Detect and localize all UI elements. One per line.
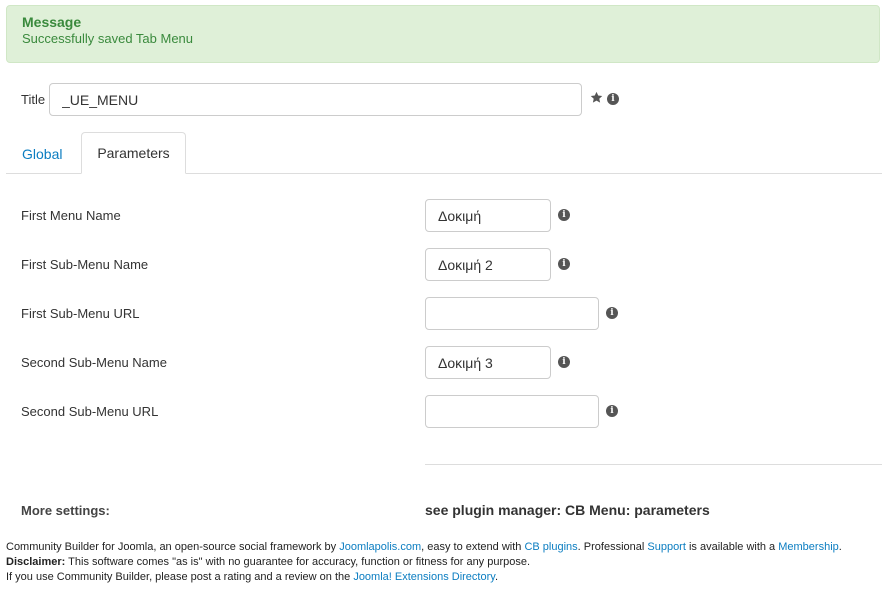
- second-submenu-url-info-icon[interactable]: i: [606, 405, 618, 417]
- tab-global[interactable]: Global: [22, 146, 62, 162]
- disclaimer-text: This software comes "as is" with no guar…: [65, 556, 531, 568]
- more-settings-value: see plugin manager: CB Menu: parameters: [425, 502, 710, 518]
- second-submenu-url-label: Second Sub-Menu URL: [21, 404, 159, 419]
- section-divider: [425, 464, 882, 465]
- second-submenu-name-label: Second Sub-Menu Name: [21, 355, 167, 370]
- first-submenu-name-label: First Sub-Menu Name: [21, 257, 149, 272]
- first-submenu-name-input[interactable]: [425, 248, 551, 281]
- first-submenu-url-label: First Sub-Menu URL: [21, 306, 140, 321]
- footer-text: . Professional: [577, 541, 648, 553]
- tab-parameters[interactable]: Parameters: [81, 132, 186, 174]
- footer-line-1: Community Builder for Joomla, an open-so…: [6, 541, 842, 553]
- joomlapolis-link[interactable]: Joomlapolis.com: [339, 541, 421, 553]
- first-submenu-name-info-icon[interactable]: i: [558, 258, 570, 270]
- footer-text: If you use Community Builder, please pos…: [6, 571, 354, 583]
- footer-text: , easy to extend with: [421, 541, 525, 553]
- more-settings-label: More settings:: [21, 503, 110, 518]
- second-submenu-name-info-icon[interactable]: i: [558, 356, 570, 368]
- jed-link[interactable]: Joomla! Extensions Directory: [353, 571, 495, 583]
- disclaimer-heading: Disclaimer:: [6, 556, 66, 568]
- first-menu-name-info-icon[interactable]: i: [558, 209, 570, 221]
- title-info-icon[interactable]: i: [607, 93, 619, 105]
- membership-link[interactable]: Membership: [778, 541, 839, 553]
- first-menu-name-input[interactable]: [425, 199, 551, 232]
- first-submenu-url-input[interactable]: [425, 297, 599, 330]
- title-input[interactable]: [49, 83, 582, 116]
- second-submenu-name-input[interactable]: [425, 346, 551, 379]
- success-message: Message Successfully saved Tab Menu: [6, 5, 880, 63]
- footer-line-2: Disclaimer: This software comes "as is" …: [6, 556, 530, 568]
- footer-line-3: If you use Community Builder, please pos…: [6, 571, 498, 583]
- first-submenu-url-info-icon[interactable]: i: [606, 307, 618, 319]
- first-menu-name-label: First Menu Name: [21, 208, 121, 223]
- message-text: Successfully saved Tab Menu: [22, 31, 194, 46]
- support-link[interactable]: Support: [647, 541, 686, 553]
- footer-text: .: [494, 571, 498, 583]
- footer-text: .: [838, 541, 842, 553]
- message-title: Message: [22, 14, 82, 30]
- footer-text: is available with a: [685, 541, 779, 553]
- footer-text: Community Builder for Joomla, an open-so…: [6, 541, 340, 553]
- second-submenu-url-input[interactable]: [425, 395, 599, 428]
- star-icon[interactable]: [590, 91, 603, 104]
- cb-plugins-link[interactable]: CB plugins: [524, 541, 577, 553]
- title-label: Title: [21, 92, 46, 107]
